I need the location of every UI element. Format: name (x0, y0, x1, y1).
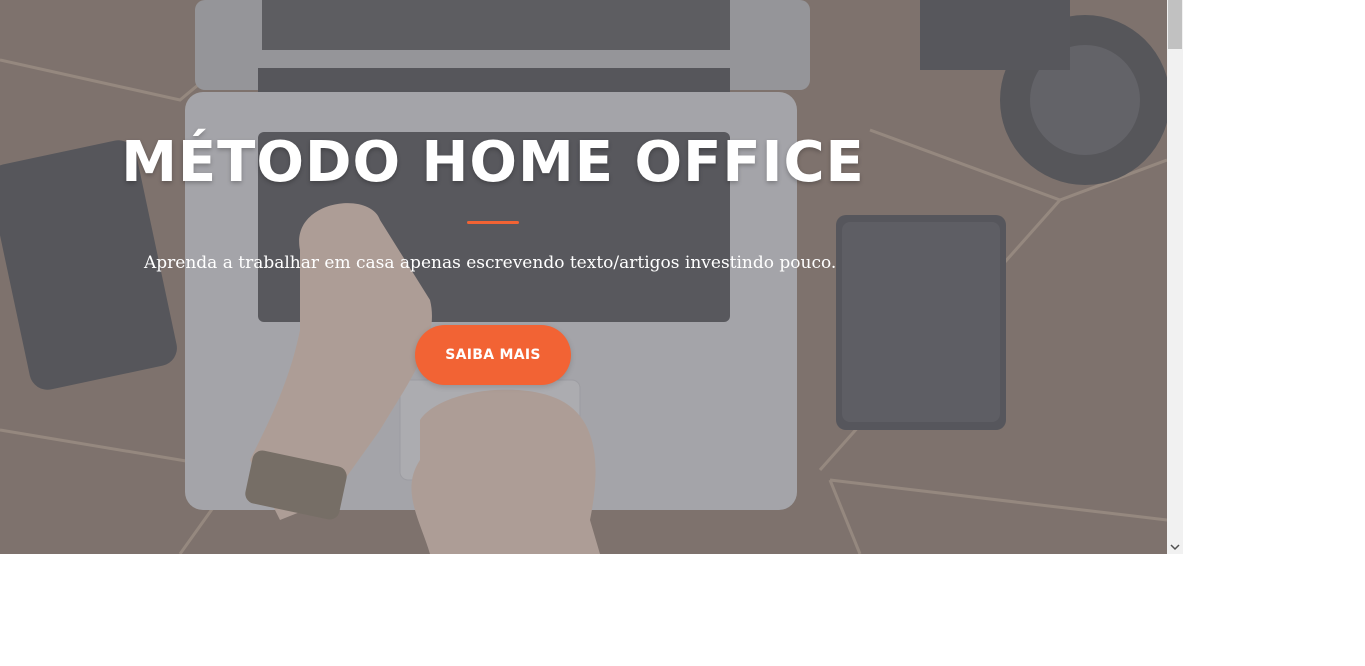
title-underline-accent (467, 221, 519, 224)
hero-subtitle: Aprenda a trabalhar em casa apenas escre… (144, 253, 837, 273)
hero-title: MÉTODO HOME OFFICE (121, 130, 865, 195)
hero-overlay (0, 0, 1167, 554)
browser-viewport: MÉTODO HOME OFFICE Aprenda a trabalhar e… (0, 0, 1183, 554)
saiba-mais-button[interactable]: SAIBA MAIS (415, 325, 571, 385)
scroll-down-button[interactable] (1167, 540, 1183, 554)
hero-section: MÉTODO HOME OFFICE Aprenda a trabalhar e… (0, 0, 1167, 554)
chevron-down-icon (1170, 544, 1180, 551)
scrollbar-thumb[interactable] (1168, 0, 1182, 49)
vertical-scrollbar[interactable] (1167, 0, 1183, 554)
